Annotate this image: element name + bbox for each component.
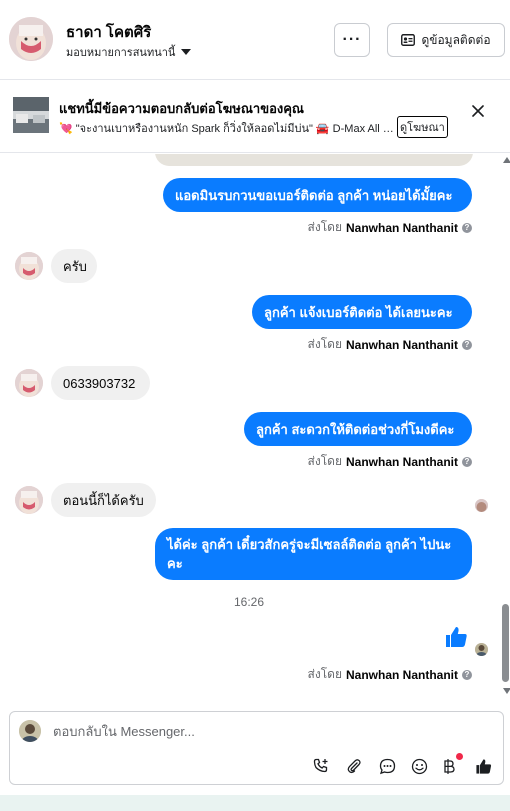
close-banner-button[interactable] [472,104,484,122]
ad-banner-subtitle: 💘 "จะงานเบาหรืองานหนัก Spark ก็วิ่งให้ลอ… [59,123,394,135]
help-icon[interactable]: ? [462,669,472,680]
like-message[interactable] [444,625,468,654]
incoming-message[interactable]: ครับ [51,249,97,283]
outgoing-message[interactable]: ลูกค้า แจ้งเบอร์ติดต่อ ได้เลยนะคะ [252,295,472,329]
more-options-button[interactable]: ··· [334,23,370,57]
caret-down-icon [181,49,192,55]
help-icon[interactable]: ? [462,222,472,233]
sent-by-info: ส่งโดย Nanwhan Nanthanit ? [308,335,472,354]
message-text: ครับ [63,258,87,274]
emoji-icon [411,758,427,774]
help-icon[interactable]: ? [462,339,472,350]
scroll-down-arrow-icon[interactable] [503,688,510,694]
sender-avatar [19,720,41,742]
thumbs-up-icon [446,627,467,647]
previous-image-attachment[interactable] [155,154,473,166]
sent-by-info: ส่งโดย Nanwhan Nanthanit ? [308,452,472,471]
assign-conversation-dropdown[interactable]: มอบหมายการสนทนานี้ [66,43,192,61]
incoming-message[interactable]: 0633903732 [51,366,150,400]
attach-icon [347,759,361,774]
baht-icon [444,758,455,774]
sent-by-prefix: ส่งโดย [307,220,342,234]
contact-avatar[interactable] [9,17,53,61]
sent-by-name: Nanwhan Nanthanit [345,454,458,469]
sent-by-prefix: ส่งโดย [307,454,342,468]
notification-dot [456,753,463,760]
more-options-label: ··· [342,31,362,48]
message-text: ตอนนี้ก็ได้ครับ [63,492,144,508]
thumbs-up-icon [475,758,491,774]
chat-bubble-icon [379,758,395,774]
read-receipt-avatar [475,499,488,512]
assign-label: มอบหมายการสนทนานี้ [66,47,176,59]
sent-by-prefix: ส่งโดย [307,667,342,681]
reply-input[interactable] [53,724,473,739]
scroll-up-arrow-icon[interactable] [503,157,510,163]
contact-card-icon [401,34,416,46]
ad-thumbnail[interactable] [13,97,49,133]
scrollbar-thumb[interactable] [502,604,509,682]
outgoing-message[interactable]: ได้ค่ะ ลูกค้า เดี๋ยวสักครู่จะมีเซลล์ติดต… [155,528,472,580]
sent-by-name: Nanwhan Nanthanit [345,220,458,235]
close-icon [472,105,484,117]
outgoing-message[interactable]: แอดมินรบกวนขอเบอร์ติดต่อ ลูกค้า หน่อยได้… [163,178,472,212]
add-call-button[interactable] [310,755,332,777]
contact-name[interactable]: ธาดา โคตศิริ [66,20,151,44]
sent-by-name: Nanwhan Nanthanit [345,667,458,682]
add-call-icon [313,758,328,773]
sent-by-info: ส่งโดย Nanwhan Nanthanit ? [308,665,472,684]
saved-replies-button[interactable] [376,755,398,777]
contact-avatar-small[interactable] [15,486,43,514]
sender-avatar-small [475,643,488,656]
view-contact-info-button[interactable]: ดูข้อมูลติดต่อ [387,23,505,57]
message-thread[interactable]: แอดมินรบกวนขอเบอร์ติดต่อ ลูกค้า หน่อยได้… [0,154,498,702]
message-timestamp: 16:26 [233,595,265,609]
ad-banner-title: แชทนี้มีข้อความตอบกลับต่อโฆษณาของคุณ [59,101,304,116]
message-text: ลูกค้า แจ้งเบอร์ติดต่อ ได้เลยนะคะ [264,304,453,320]
send-like-button[interactable] [472,755,494,777]
emoji-button[interactable] [408,755,430,777]
ad-reply-banner: แชทนี้มีข้อความตอบกลับต่อโฆษณาของคุณ 💘 "… [0,81,510,153]
incoming-message[interactable]: ตอนนี้ก็ได้ครับ [51,483,156,517]
contact-info-label: ดูข้อมูลติดต่อ [421,32,491,47]
help-icon[interactable]: ? [462,456,472,467]
view-ad-link[interactable]: ดูโฆษณา [397,116,448,138]
page-footer-strip [0,795,510,811]
contact-avatar-small[interactable] [15,369,43,397]
sent-by-prefix: ส่งโดย [307,337,342,351]
sent-by-name: Nanwhan Nanthanit [345,337,458,352]
attach-file-button[interactable] [343,755,365,777]
conversation-header: ธาดา โคตศิริ มอบหมายการสนทนานี้ ··· ดูข้… [0,0,510,80]
message-text: แอดมินรบกวนขอเบอร์ติดต่อ ลูกค้า หน่อยได้… [175,187,453,203]
sent-by-info: ส่งโดย Nanwhan Nanthanit ? [308,218,472,237]
message-text: ได้ค่ะ ลูกค้า เดี๋ยวสักครู่จะมีเซลล์ติดต… [167,537,452,571]
message-text: ลูกค้า สะดวกให้ติดต่อช่วงกี่โมงดีคะ [256,421,455,437]
contact-avatar-small[interactable] [15,252,43,280]
outgoing-message[interactable]: ลูกค้า สะดวกให้ติดต่อช่วงกี่โมงดีคะ [244,412,472,446]
message-text: 0633903732 [63,375,136,391]
message-composer [9,711,504,785]
